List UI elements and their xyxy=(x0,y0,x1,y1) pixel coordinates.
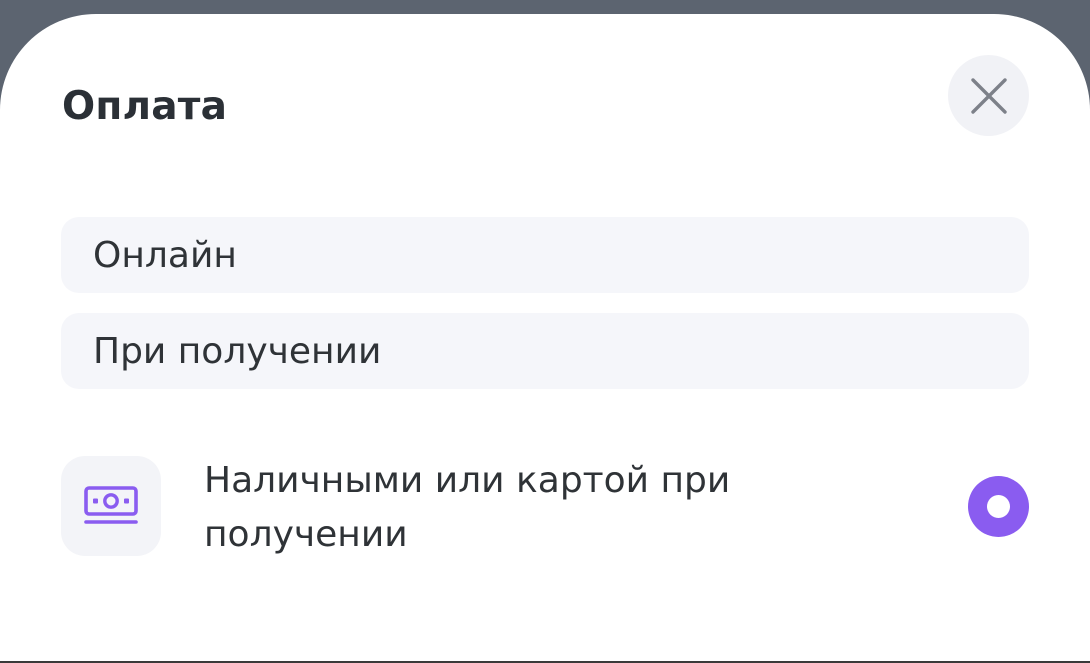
payment-option-label: Наличными или картой при получении xyxy=(204,460,731,555)
close-button[interactable] xyxy=(948,55,1029,136)
cash-icon xyxy=(84,486,138,524)
payment-group-label: Онлайн xyxy=(93,234,237,276)
payment-group-label: При получении xyxy=(93,330,382,372)
payment-group-online[interactable]: Онлайн xyxy=(61,217,1029,293)
radio-dot-icon xyxy=(987,495,1010,518)
payment-bottom-sheet: Оплата Онлайн При получении Наличными ил… xyxy=(0,14,1090,663)
radio-selected[interactable] xyxy=(968,476,1029,537)
payment-option-cash-or-card[interactable]: Наличными или картой при получении xyxy=(61,454,1029,558)
option-icon-container xyxy=(61,456,161,556)
payment-group-on-receipt[interactable]: При получении xyxy=(61,313,1029,389)
close-icon xyxy=(970,77,1007,114)
sheet-title: Оплата xyxy=(62,84,228,129)
